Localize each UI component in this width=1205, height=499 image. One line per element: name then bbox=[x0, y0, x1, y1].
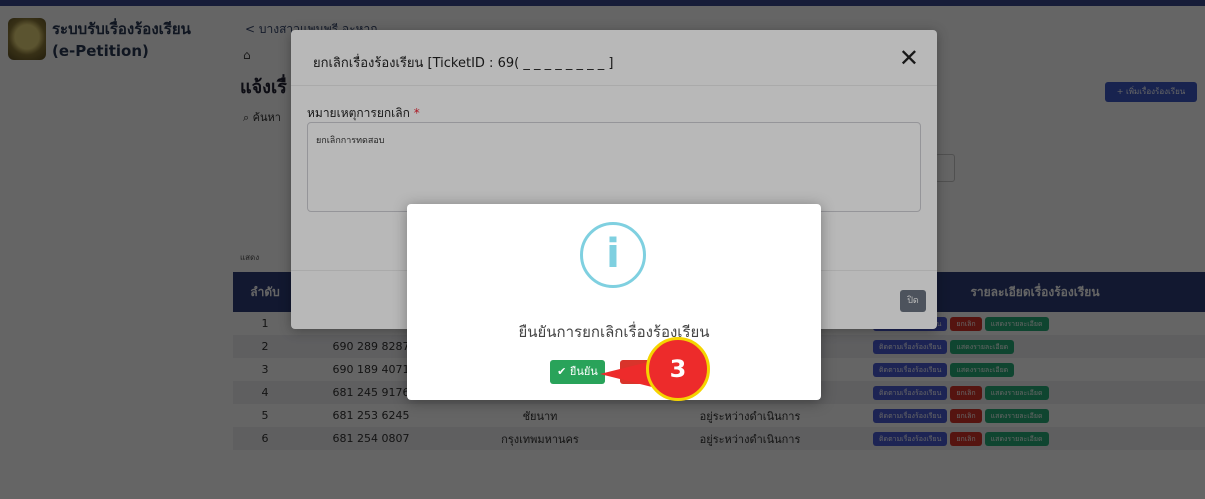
app-root: ระบบรับเรื่องร้องเรียน (e-Petition) < บา… bbox=[0, 0, 1205, 499]
info-icon-glyph: i bbox=[606, 231, 620, 277]
confirm-button[interactable]: ✔ ยืนยัน bbox=[550, 360, 605, 384]
callout-arrow bbox=[600, 361, 652, 387]
info-icon: i bbox=[580, 222, 646, 288]
step-badge: 3 bbox=[646, 337, 710, 401]
